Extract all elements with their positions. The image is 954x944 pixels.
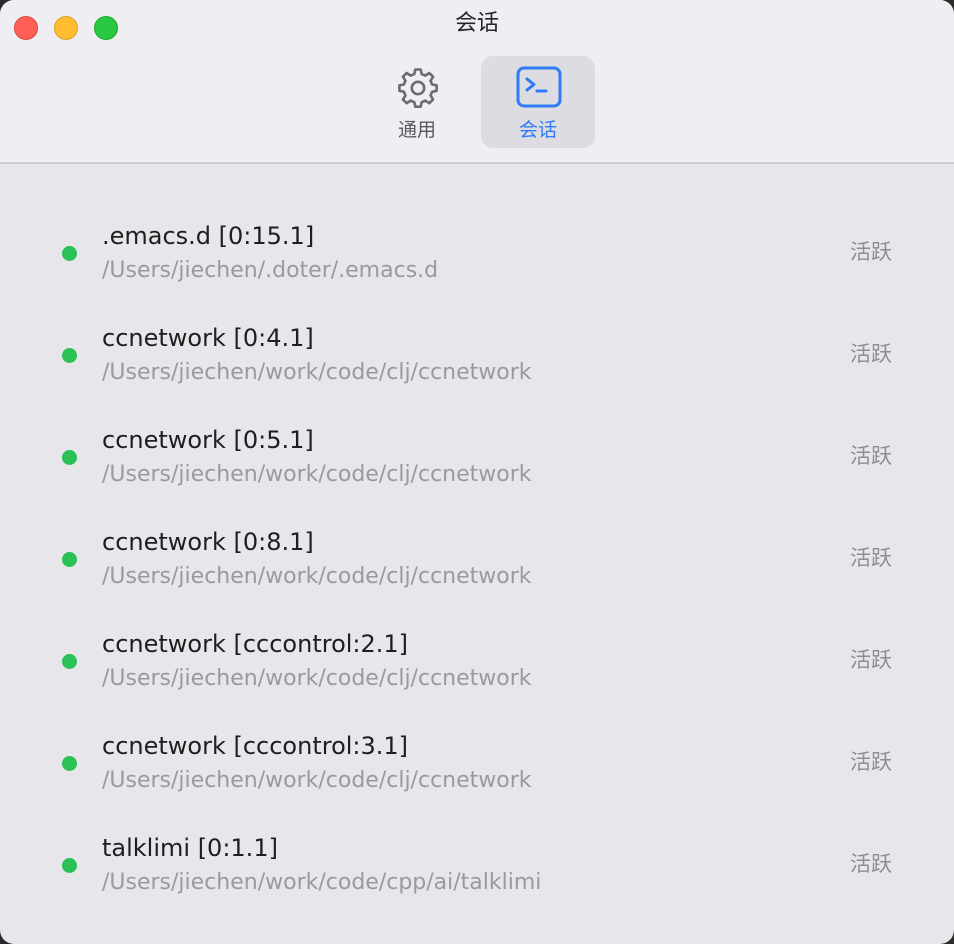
active-status-dot xyxy=(62,858,77,873)
session-path: /Users/jiechen/.doter/.emacs.d xyxy=(102,258,439,283)
session-path: /Users/jiechen/work/code/clj/ccnetwork xyxy=(102,462,532,487)
session-row[interactable]: .emacs.d [0:15.1] /Users/jiechen/.doter/… xyxy=(0,202,954,304)
tab-sessions[interactable]: 会话 xyxy=(481,56,595,148)
session-row[interactable]: ccnetwork [cccontrol:2.1] /Users/jiechen… xyxy=(0,610,954,712)
tab-general[interactable]: 通用 xyxy=(360,56,474,148)
gear-icon xyxy=(398,68,438,108)
active-status-dot xyxy=(62,348,77,363)
preferences-window: 会话 通用 会话 .emacs.d [0:15.1] /Users/jieche… xyxy=(0,0,954,944)
tab-general-label: 通用 xyxy=(397,119,436,141)
session-status: 活跃 xyxy=(850,750,892,774)
active-status-dot xyxy=(62,552,77,567)
session-status: 活跃 xyxy=(850,546,892,570)
session-path: /Users/jiechen/work/code/cpp/ai/talklimi xyxy=(102,870,542,895)
session-status: 活跃 xyxy=(850,342,892,366)
active-status-dot xyxy=(62,654,77,669)
session-row[interactable]: talklimi [0:1.1] /Users/jiechen/work/cod… xyxy=(0,814,954,916)
session-name: .emacs.d [0:15.1] xyxy=(102,222,315,250)
titlebar: 会话 通用 会话 xyxy=(0,0,954,164)
session-row[interactable]: ccnetwork [0:5.1] /Users/jiechen/work/co… xyxy=(0,406,954,508)
session-status: 活跃 xyxy=(850,852,892,876)
session-name: ccnetwork [0:5.1] xyxy=(102,426,314,454)
session-row[interactable]: ccnetwork [0:4.1] /Users/jiechen/work/co… xyxy=(0,304,954,406)
active-status-dot xyxy=(62,246,77,261)
session-path: /Users/jiechen/work/code/clj/ccnetwork xyxy=(102,360,532,385)
session-path: /Users/jiechen/work/code/clj/ccnetwork xyxy=(102,564,532,589)
session-path: /Users/jiechen/work/code/clj/ccnetwork xyxy=(102,768,532,793)
session-row[interactable]: ccnetwork [cccontrol:3.1] /Users/jiechen… xyxy=(0,712,954,814)
session-status: 活跃 xyxy=(850,240,892,264)
session-name: ccnetwork [cccontrol:3.1] xyxy=(102,732,409,760)
session-name: ccnetwork [0:4.1] xyxy=(102,324,314,352)
active-status-dot xyxy=(62,450,77,465)
session-status: 活跃 xyxy=(850,444,892,468)
session-name: ccnetwork [cccontrol:2.1] xyxy=(102,630,409,658)
active-status-dot xyxy=(62,756,77,771)
tab-sessions-label: 会话 xyxy=(518,119,557,141)
terminal-icon xyxy=(516,66,562,108)
session-row[interactable]: ccnetwork [0:8.1] /Users/jiechen/work/co… xyxy=(0,508,954,610)
session-status: 活跃 xyxy=(850,648,892,672)
session-path: /Users/jiechen/work/code/clj/ccnetwork xyxy=(102,666,532,691)
session-list: .emacs.d [0:15.1] /Users/jiechen/.doter/… xyxy=(0,202,954,916)
window-title: 会话 xyxy=(454,11,499,36)
session-name: ccnetwork [0:8.1] xyxy=(102,528,314,556)
session-name: talklimi [0:1.1] xyxy=(102,834,278,862)
